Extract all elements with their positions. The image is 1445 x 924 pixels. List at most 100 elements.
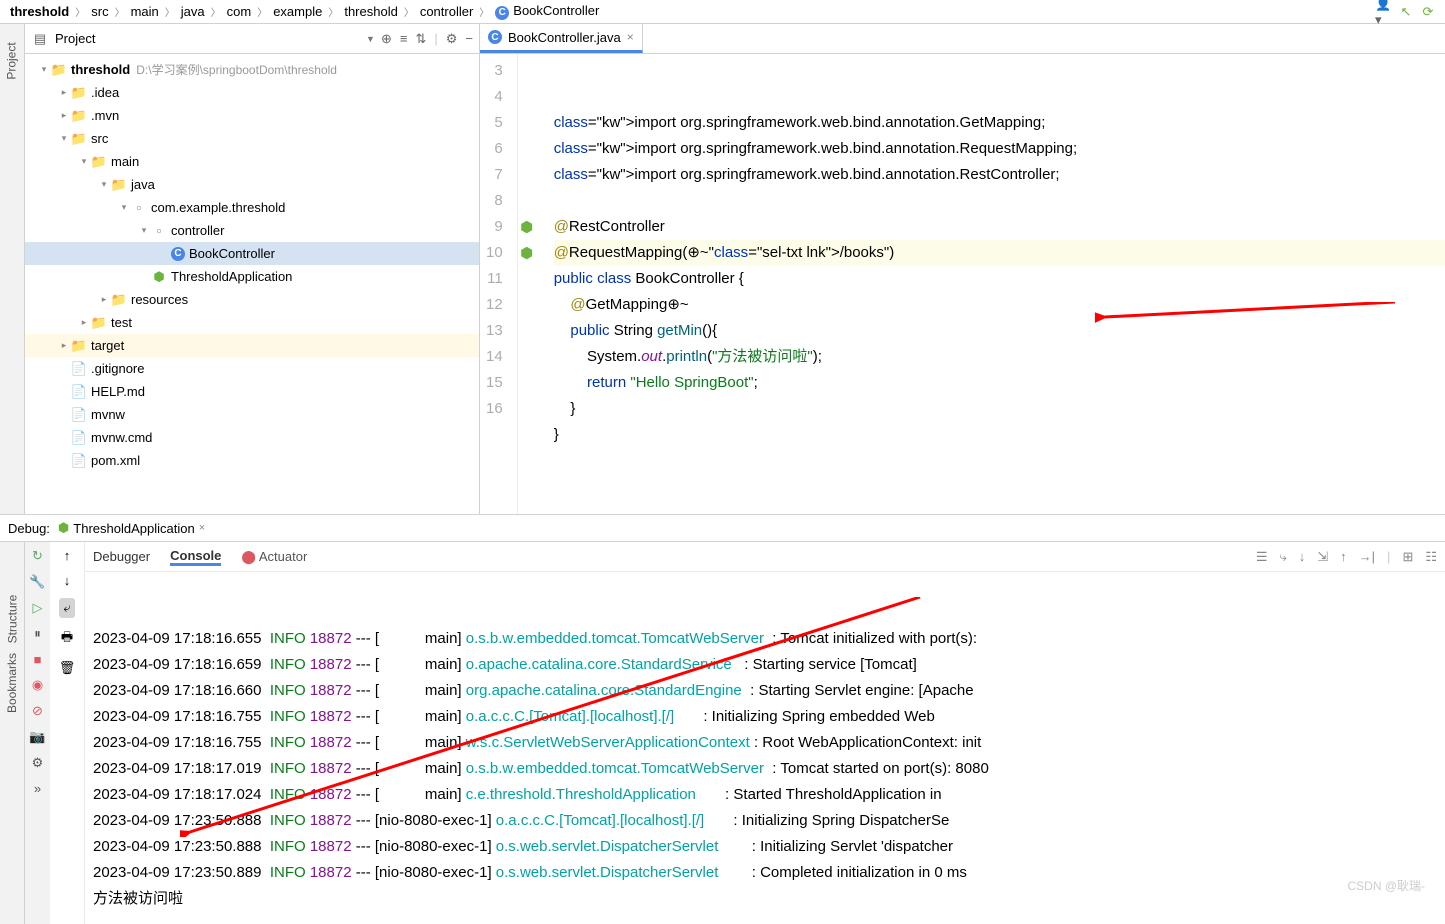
pkg-icon: ▫	[131, 200, 147, 216]
mute-bp-icon[interactable]: ⊘	[32, 703, 43, 719]
project-icon: ▤	[31, 30, 49, 48]
editor-tab[interactable]: C BookController.java ×	[480, 24, 643, 53]
breadcrumb-item[interactable]: threshold	[8, 4, 71, 19]
breadcrumb-item[interactable]: threshold	[342, 4, 399, 19]
breadcrumb-item[interactable]: controller	[418, 4, 475, 19]
close-icon[interactable]: ×	[627, 30, 634, 44]
tree-node[interactable]: ▾📁main	[25, 150, 479, 173]
resume-icon[interactable]: ▷	[33, 600, 43, 616]
spring-icon: ⬢	[58, 520, 69, 536]
console-output[interactable]: 2023-04-09 17:18:16.655 INFO 18872 --- […	[85, 572, 1445, 924]
tree-node[interactable]: ▾📁java	[25, 173, 479, 196]
file-icon: 📄	[71, 361, 87, 377]
file-icon: 📄	[71, 384, 87, 400]
up-icon[interactable]: ↑	[64, 548, 71, 563]
rerun-icon[interactable]: ↻	[32, 548, 43, 564]
tree-node[interactable]: ▾📁src	[25, 127, 479, 150]
tree-node[interactable]: ▾▫com.example.threshold	[25, 196, 479, 219]
user-icon[interactable]: 👤▾	[1375, 3, 1393, 21]
step-over-icon[interactable]: ⤷	[1279, 549, 1286, 565]
breadcrumb-item[interactable]: java	[179, 4, 207, 19]
tab-label: BookController.java	[508, 30, 621, 45]
debug-header: Debug: ⬢ ThresholdApplication ×	[0, 515, 1445, 541]
project-tree[interactable]: ▾📁thresholdD:\学习案例\springbootDom\thresho…	[25, 54, 479, 514]
project-dropdown[interactable]: ▼	[366, 34, 375, 44]
eval-icon[interactable]: ⊞	[1402, 549, 1413, 565]
folder-icon: 📁	[111, 292, 127, 308]
print-icon[interactable]: 🖶	[61, 628, 73, 650]
step-out-icon[interactable]: ↑	[1340, 549, 1347, 565]
trace-icon[interactable]: ☷	[1425, 549, 1437, 565]
folder-icon: 📁	[111, 177, 127, 193]
close-icon[interactable]: ×	[199, 522, 205, 534]
debug-tabs: Debugger Console ⬤ Actuator ☰ ⤷ ↓ ⇲ ↑ →|…	[85, 542, 1445, 572]
wrap-icon[interactable]: ⤶	[59, 598, 74, 618]
tab-debugger[interactable]: Debugger	[93, 549, 150, 564]
gear-icon[interactable]: ⚙	[446, 31, 458, 47]
separator: |	[434, 31, 437, 47]
folder-o-icon: 📁	[51, 62, 67, 78]
sort-icon[interactable]: ⇅	[415, 31, 426, 47]
tree-node[interactable]: CBookController	[25, 242, 479, 265]
project-header: ▤ Project ▼ ⊕ ≡ ⇅ | ⚙ −	[25, 24, 479, 54]
project-title: Project	[55, 31, 360, 46]
pause-icon[interactable]: ⏸	[34, 626, 41, 642]
expand-icon[interactable]: »	[34, 781, 41, 796]
tab-actuator[interactable]: ⬤ Actuator	[241, 549, 307, 565]
tool-icon[interactable]: 🔧	[29, 574, 45, 590]
project-tool-tab[interactable]: Project	[0, 40, 29, 81]
back-icon[interactable]: ↖	[1397, 3, 1415, 21]
folder-icon: 📁	[71, 131, 87, 147]
tool-window-bar-left: Project	[0, 24, 25, 514]
camera-icon[interactable]: 📷	[29, 729, 45, 745]
code-area[interactable]: 345678910111213141516 ⬢⬢ class="kw">impo…	[480, 54, 1445, 514]
tree-node[interactable]: ▸📁test	[25, 311, 479, 334]
locate-icon[interactable]: ⊕	[381, 31, 392, 47]
clear-icon[interactable]: 🗑	[59, 660, 76, 676]
console-toolbar: ↑ ↓ ⤶ 🖶 🗑	[50, 542, 85, 924]
debug-label: Debug:	[8, 521, 50, 536]
tree-node[interactable]: ▸📁.mvn	[25, 104, 479, 127]
tree-node[interactable]: ⬢ThresholdApplication	[25, 265, 479, 288]
step-into-icon[interactable]: ↓	[1299, 549, 1306, 565]
align-icon[interactable]: ≡	[400, 31, 408, 47]
folder-icon: 📁	[91, 315, 107, 331]
breadcrumb-item[interactable]: main	[129, 4, 161, 19]
collapse-icon[interactable]: −	[465, 31, 473, 47]
breadcrumb-item[interactable]: com	[225, 4, 254, 19]
tree-node[interactable]: ▾📁thresholdD:\学习案例\springbootDom\thresho…	[25, 58, 479, 81]
tree-node[interactable]: 📄.gitignore	[25, 357, 479, 380]
file-icon: 📄	[71, 407, 87, 423]
tree-node[interactable]: ▸📁target	[25, 334, 479, 357]
tree-node[interactable]: ▸📁.idea	[25, 81, 479, 104]
bookmarks-tool-tab[interactable]: Bookmarks	[0, 651, 29, 715]
view-bp-icon[interactable]: ◉	[32, 677, 43, 693]
down-icon[interactable]: ↓	[64, 573, 71, 588]
tree-node[interactable]: ▸📁resources	[25, 288, 479, 311]
stop-icon[interactable]: ■	[34, 652, 42, 667]
gear-icon[interactable]: ⚙	[32, 755, 44, 771]
cls-icon: C	[171, 247, 185, 261]
folder-icon: 📁	[71, 108, 87, 124]
threads-icon[interactable]: ☰	[1256, 549, 1268, 565]
folder-o-icon: 📁	[71, 338, 87, 354]
tree-node[interactable]: ▾▫controller	[25, 219, 479, 242]
force-step-icon[interactable]: ⇲	[1317, 549, 1328, 565]
file-icon: 📄	[71, 453, 87, 469]
breadcrumb-item[interactable]: CBookController	[493, 3, 601, 20]
file-icon: 📄	[71, 430, 87, 446]
pkg-icon: ▫	[151, 223, 167, 239]
breadcrumb-item[interactable]: example	[271, 4, 324, 19]
tree-node[interactable]: 📄mvnw	[25, 403, 479, 426]
tree-node[interactable]: 📄HELP.md	[25, 380, 479, 403]
tab-console[interactable]: Console	[170, 548, 221, 566]
structure-tool-tab[interactable]: Structure	[0, 593, 29, 646]
run-to-icon[interactable]: →|	[1359, 549, 1375, 565]
debug-app[interactable]: ⬢ ThresholdApplication ×	[58, 520, 205, 536]
sync-icon[interactable]: ⟳	[1419, 3, 1437, 21]
tree-node[interactable]: 📄pom.xml	[25, 449, 479, 472]
class-icon: C	[488, 30, 502, 44]
breadcrumb-item[interactable]: src	[89, 4, 110, 19]
editor-tabs: C BookController.java ×	[480, 24, 1445, 54]
tree-node[interactable]: 📄mvnw.cmd	[25, 426, 479, 449]
